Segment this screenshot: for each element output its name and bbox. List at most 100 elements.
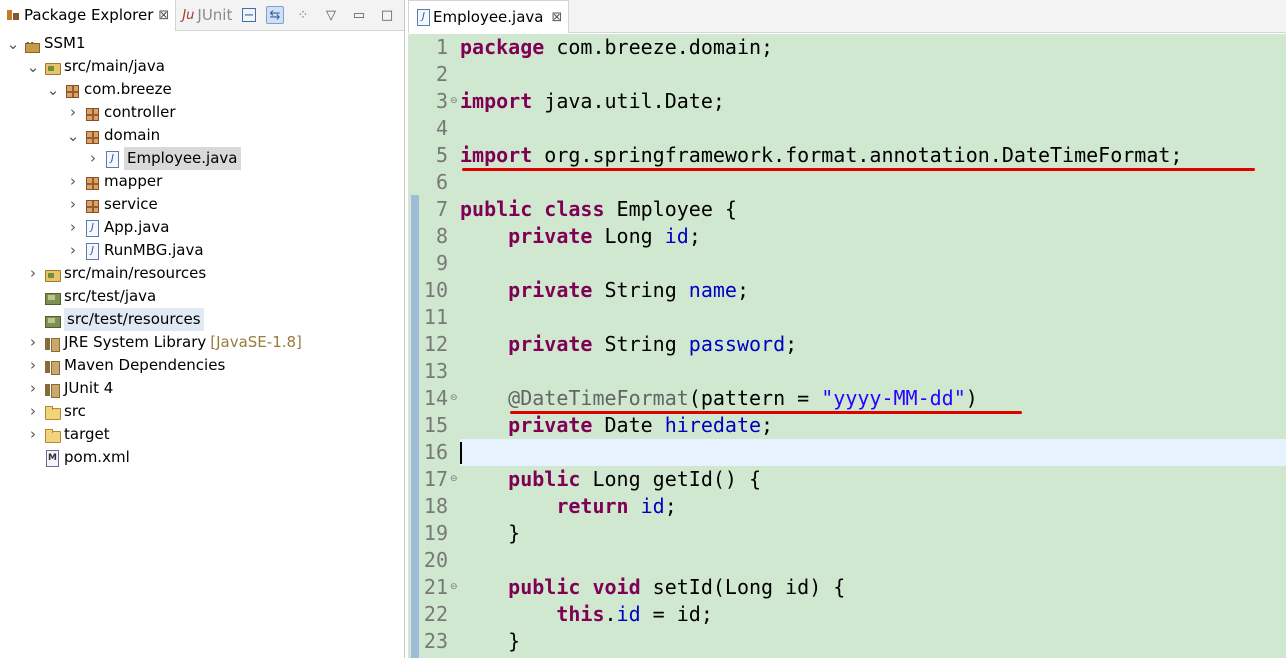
collapse-all-icon[interactable]: − [242,8,256,23]
code-area[interactable]: 1 2 3 ⊖ 4 5 6 7 8 9 10 11 12 13 14 ⊖ 15 16 17 ⊖ 18 19 20 21 ⊖ 22 2… [408,34,1286,658]
chevron-right-icon[interactable]: › [26,262,40,285]
tree-item[interactable]: ⌄ com.breeze [46,78,172,101]
chevron-right-icon[interactable]: › [66,101,80,124]
tab-employee-java[interactable]: Employee.java ⊠ [408,0,570,33]
code-line[interactable]: package com.breeze.domain; [460,34,773,61]
code-line[interactable]: import java.util.Date; [460,88,725,115]
tree-item-label: RunMBG.java [104,241,204,259]
text-caret [460,442,462,464]
tree-item-label: src [64,402,86,420]
tree-item[interactable]: src/test/java [26,285,156,308]
tree-item[interactable]: › JRE System Library [JavaSE-1.8] [26,331,302,354]
close-icon[interactable]: ⊠ [552,10,563,25]
code-token: void [592,575,641,599]
code-token: return [556,494,629,518]
line-number: 9 [435,251,448,275]
code-line[interactable]: return id; [460,493,676,520]
tree-item[interactable]: › src/main/resources [26,262,206,285]
code-line[interactable]: private Date hiredate; [460,412,773,439]
package-icon [64,82,80,98]
code-line[interactable]: private String password; [460,331,797,358]
tree-item[interactable]: › controller [66,101,176,124]
chevron-down-icon[interactable]: ⌄ [46,82,60,97]
code-token: ; [736,278,750,302]
code-token: . [604,602,617,626]
tree-item[interactable]: › App.java [66,216,170,239]
code-line[interactable]: private Long id; [460,223,701,250]
view-menu-icon[interactable]: ▽ [322,6,340,24]
chevron-right-icon[interactable]: › [26,400,40,423]
code-token: private [508,278,593,302]
tab-package-explorer[interactable]: Package Explorer ⊠ [0,0,177,31]
fold-toggle-icon[interactable]: ⊖ [450,474,458,484]
chevron-right-icon[interactable]: › [26,354,40,377]
fold-toggle-icon[interactable]: ⊖ [450,582,458,592]
code-token: java.util.Date; [532,89,725,113]
focus-icon[interactable]: ⁘ [294,6,312,24]
code-token: } [460,521,521,545]
chevron-down-icon[interactable]: ⌄ [26,59,40,74]
code-line[interactable]: this.id = id; [460,601,713,628]
code-token: private [508,224,593,248]
package-icon [84,105,100,121]
tree-item[interactable]: › Employee.java [86,147,241,170]
code-line[interactable]: } [460,520,520,547]
maximize-icon[interactable]: □ [378,6,396,24]
code-line[interactable]: public Long getId() { [460,466,761,493]
code-line[interactable]: public class Employee { [460,196,737,223]
chevron-right-icon[interactable]: › [86,147,100,170]
chevron-right-icon[interactable]: › [26,331,40,354]
line-number: 22 [423,602,448,626]
source-folder-icon [44,266,61,282]
project-icon [24,34,40,57]
code-line[interactable]: @DateTimeFormat(pattern = "yyyy-MM-dd") [460,385,978,412]
line-number: 10 [423,278,448,302]
code-line[interactable]: private String name; [460,277,749,304]
tree-item[interactable]: pom.xml [26,446,130,469]
chevron-down-icon[interactable]: ⌄ [6,36,20,51]
code-lines[interactable]: package com.breeze.domain; import java.ut… [460,34,1286,658]
tree-item[interactable]: › service [66,193,158,216]
tree-item[interactable]: ⌄ src/main/java [26,55,165,78]
tree-item[interactable]: ⌄ domain [66,124,160,147]
tree-item[interactable]: ⌄ SSM1 [6,32,86,57]
tree-item[interactable]: › RunMBG.java [66,239,204,262]
code-line[interactable]: public void setId(Long id) { [460,574,845,601]
chevron-right-icon[interactable]: › [26,377,40,400]
chevron-right-icon[interactable]: › [66,193,80,216]
code-token: private [508,413,593,437]
minimize-icon[interactable]: ▭ [350,6,368,24]
close-icon[interactable]: ⊠ [158,8,169,23]
tree-item[interactable]: src/test/resources [26,308,204,331]
fold-toggle-icon[interactable]: ⊖ [450,96,458,106]
library-icon [44,381,60,398]
tree-item[interactable]: › Maven Dependencies [26,354,225,377]
code-token: = id; [640,602,713,626]
tree-item-label: JUnit 4 [64,379,114,397]
tree-item[interactable]: › src [26,400,86,423]
chevron-right-icon[interactable]: › [26,423,40,446]
link-with-editor-icon[interactable]: ⇆ [266,6,284,24]
tree-item[interactable]: › mapper [66,170,162,193]
tree-item[interactable]: › JUnit 4 [26,377,113,400]
tree-item[interactable]: › target [26,423,110,446]
tab-junit[interactable]: Ju JUnit [176,0,238,31]
tab-package-explorer-label: Package Explorer [24,6,154,24]
code-token: public [460,197,533,221]
code-token: Long [592,224,665,248]
code-line[interactable]: import org.springframework.format.annota… [460,142,1182,169]
chevron-down-icon[interactable]: ⌄ [66,128,80,143]
line-number: 20 [423,548,448,572]
line-number: 14 [423,386,448,410]
chevron-right-icon[interactable]: › [66,239,80,262]
chevron-right-icon[interactable]: › [66,170,80,193]
fold-toggle-icon[interactable]: ⊖ [450,393,458,403]
chevron-right-icon[interactable]: › [66,216,80,239]
code-token: } [460,629,521,653]
code-token: Employee { [604,197,737,221]
code-line[interactable]: } [460,628,520,655]
